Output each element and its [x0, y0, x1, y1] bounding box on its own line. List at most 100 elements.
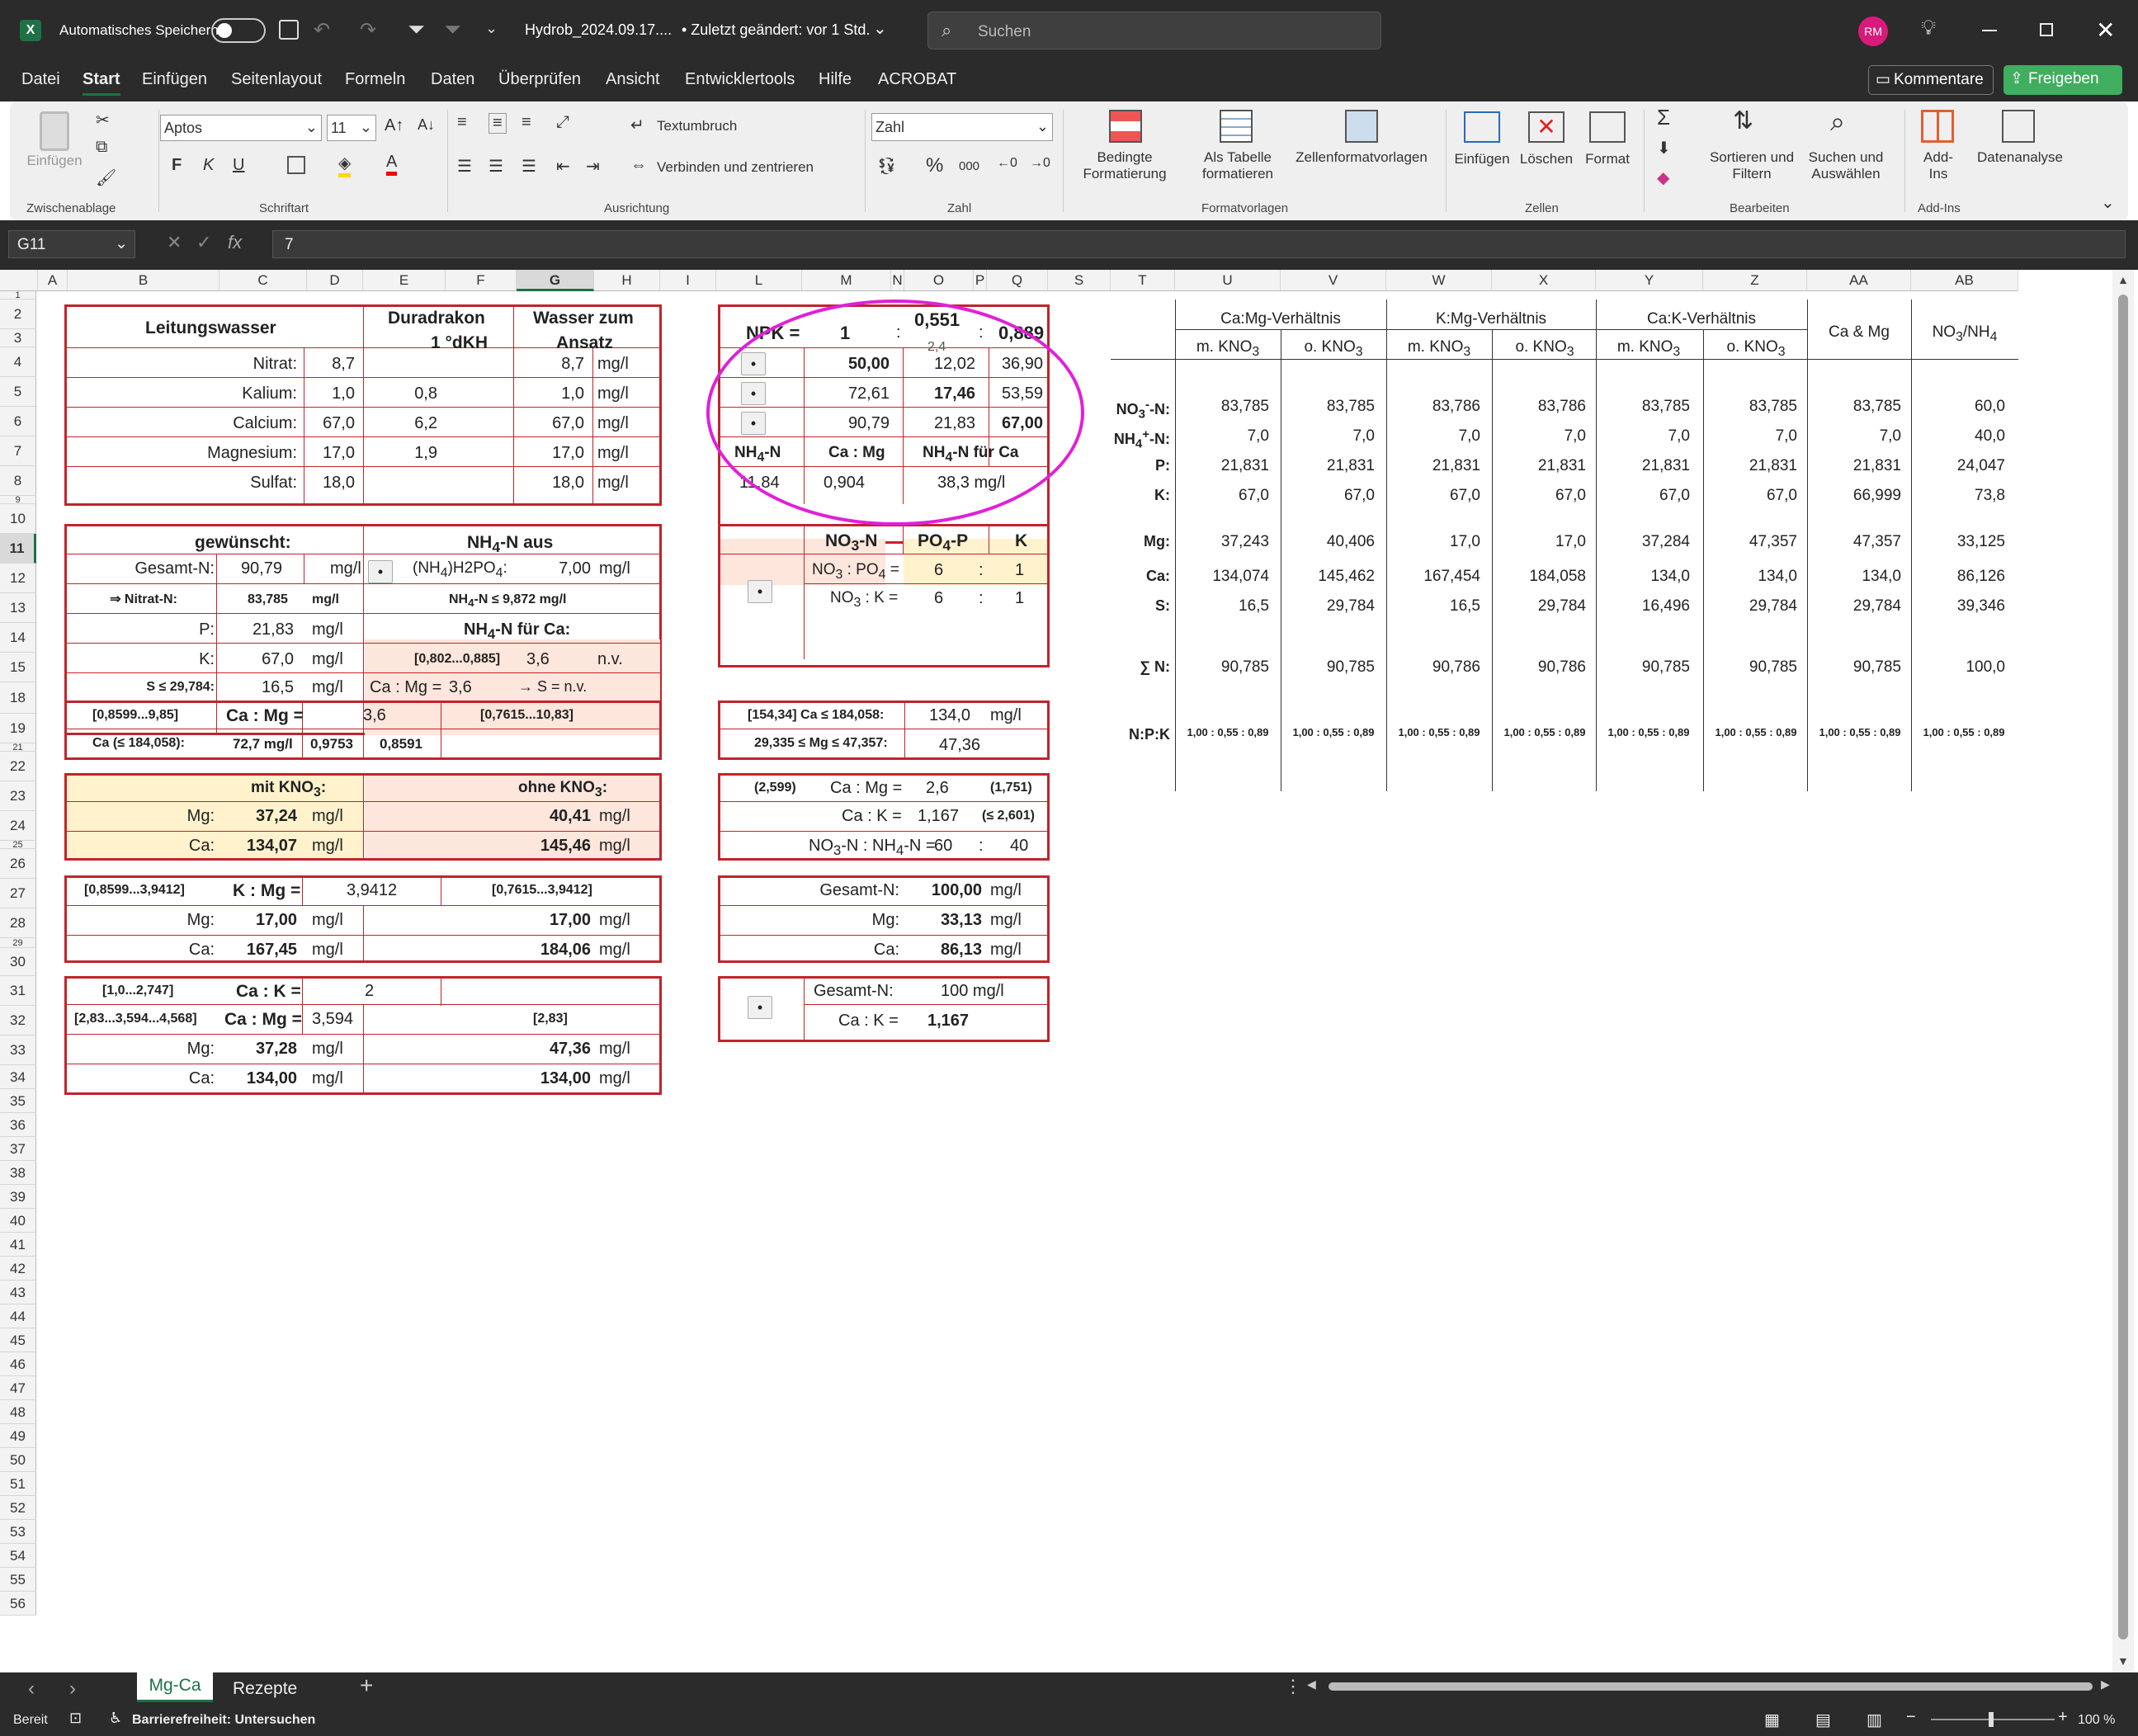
row-header[interactable]: 29 [0, 938, 36, 948]
align-right-icon[interactable]: ☰ [522, 156, 536, 177]
cell-value[interactable]: : [979, 590, 984, 606]
ratio-value[interactable]: 1,00 : 0,55 : 0,89 [1492, 727, 1598, 738]
header-cak[interactable]: Ca:K-Verhältnis [1596, 311, 1807, 327]
filter-icon[interactable]: ⏷ [408, 17, 425, 43]
bold-button[interactable]: F [172, 156, 182, 175]
align-middle-icon[interactable]: ≡ [488, 113, 507, 134]
cell-value[interactable]: 6 [934, 590, 943, 606]
cell-value[interactable]: K [1015, 532, 1027, 550]
ion-label[interactable]: Calcium: [124, 415, 297, 432]
row-header[interactable]: 44 [0, 1304, 36, 1328]
cell-value[interactable]: 184,06 [462, 941, 591, 958]
cell-value[interactable]: Ca : Mg = [830, 780, 902, 796]
cell-value[interactable]: 66,999 [1807, 488, 1901, 503]
scroll-right-icon[interactable]: ▶ [2101, 1677, 2110, 1691]
cell-value[interactable]: 0,8591 [380, 737, 422, 751]
cell-value[interactable]: 60,0 [1911, 399, 2005, 414]
format-cells-button[interactable]: Format [1574, 151, 1640, 167]
cell-value[interactable]: 17,0 [1492, 534, 1586, 550]
cell-value[interactable]: 73,8 [1911, 488, 2005, 503]
subheader[interactable]: m. KNO3 [1175, 339, 1281, 359]
cell-value[interactable]: 47,36 [939, 737, 980, 753]
cell-value[interactable]: 90,79 [219, 560, 282, 577]
align-top-icon[interactable]: ≡ [457, 113, 467, 132]
cell-value[interactable]: 134,074 [1175, 568, 1269, 584]
cell-value[interactable]: 134,0 [1703, 568, 1797, 584]
cell-value[interactable]: mg/l [990, 707, 1022, 724]
cell-value[interactable]: Ca : Mg = [370, 679, 441, 696]
row-label[interactable]: NH4+-N: [1111, 428, 1170, 451]
cell-value[interactable]: 134,00 [223, 1070, 297, 1087]
cell-value[interactable]: 3,6 [363, 707, 386, 724]
close-icon[interactable]: ✕ [2096, 17, 2115, 44]
cell-value[interactable]: (1,751) [990, 781, 1032, 795]
cell-value[interactable]: 60 [934, 837, 952, 854]
cell-value[interactable]: 83,785 [1175, 399, 1269, 414]
row-header[interactable]: 25 [0, 841, 36, 850]
cell-value[interactable]: 67,0 [1281, 488, 1375, 503]
subheader[interactable]: m. KNO3 [1596, 339, 1701, 359]
fill-icon[interactable]: ⬇ [1657, 138, 1671, 158]
tab-seitenlayout[interactable]: Seitenlayout [231, 70, 322, 89]
cell-value[interactable]: 2 [365, 983, 374, 999]
row-header[interactable]: 12 [0, 564, 36, 593]
cell-value[interactable]: 134,0 [1596, 568, 1690, 584]
cell-value[interactable]: 21,831 [1386, 458, 1480, 474]
cell-value[interactable]: Mg: [165, 1040, 215, 1057]
label-gewuenscht[interactable]: gewünscht: [195, 534, 291, 551]
cell-value[interactable]: 29,784 [1281, 598, 1375, 614]
cell-value[interactable]: 29,784 [1703, 598, 1797, 614]
row-header[interactable]: 9 [0, 496, 36, 505]
cell-value[interactable]: Mg: [165, 912, 215, 928]
ion-label[interactable]: Nitrat: [124, 356, 297, 372]
cell-value[interactable]: mg/l [599, 808, 630, 824]
normal-view-icon[interactable]: ▦ [1764, 1710, 1780, 1730]
orientation-icon[interactable]: ⤢ [556, 113, 569, 132]
row-header[interactable]: 14 [0, 623, 36, 653]
format-cells-icon[interactable] [1589, 111, 1626, 143]
cell-value[interactable]: 21,831 [1807, 458, 1901, 474]
cell-value[interactable]: ⇒ Nitrat-N: [71, 593, 216, 606]
column-header[interactable]: E [363, 270, 446, 291]
row-header[interactable]: 48 [0, 1400, 36, 1424]
cell-value[interactable]: [154,34] Ca ≤ 184,058: [748, 709, 884, 722]
ratio-value[interactable]: 1,00 : 0,55 : 0,89 [1911, 727, 2017, 738]
cell-value[interactable]: mg/l [599, 1070, 630, 1087]
cell-value[interactable]: Ca: [800, 941, 899, 958]
cell-value[interactable]: NO3 : PO4 = [812, 562, 899, 582]
column-header[interactable]: B [68, 270, 219, 291]
cell-value[interactable]: 1,167 [927, 1012, 969, 1029]
cell-value[interactable]: 37,24 [223, 808, 297, 824]
cell-value[interactable]: 2,6 [926, 780, 949, 796]
header-duradrakon[interactable]: Duradrakon [388, 309, 485, 327]
column-header[interactable]: Q [987, 270, 1048, 291]
clear-filter-icon[interactable]: ⏷ [444, 17, 461, 43]
ratio-value[interactable]: 1,00 : 0,55 : 0,89 [1807, 727, 1913, 738]
row-header[interactable]: 11 [0, 534, 36, 564]
ion-label[interactable]: Magnesium: [124, 445, 297, 461]
cell-value[interactable]: 7,00 [517, 560, 591, 577]
cell-value[interactable]: mg/l [312, 679, 343, 696]
row-header[interactable]: 23 [0, 781, 36, 811]
autosave-toggle[interactable] [211, 18, 266, 43]
page-layout-view-icon[interactable]: ▤ [1815, 1710, 1831, 1730]
horizontal-scrollbar[interactable]: ◀ ▶ [1307, 1677, 2114, 1696]
cell-value[interactable]: 37,243 [1175, 534, 1269, 550]
data-analysis-icon[interactable] [2002, 110, 2035, 143]
cell-value[interactable]: 16,5 [219, 679, 294, 696]
share-button[interactable]: ⇪ Freigeben [2003, 65, 2122, 95]
cell-value[interactable]: 67,0 [1596, 488, 1690, 503]
cell-value[interactable]: 40 [1010, 837, 1028, 854]
cell-value[interactable]: → S = n.v. [518, 679, 587, 694]
cell-value[interactable]: (NH4)H2PO4: [413, 560, 507, 580]
redo-icon[interactable]: ↷ [360, 18, 376, 42]
cell-value[interactable]: mg/l [990, 882, 1022, 899]
column-header[interactable]: H [594, 270, 660, 291]
cell-value[interactable]: 83,786 [1492, 399, 1586, 414]
cell-value[interactable]: 6 [934, 562, 943, 578]
row-header[interactable]: 51 [0, 1472, 36, 1496]
horizontal-scroll-thumb[interactable] [1329, 1682, 2093, 1691]
maximize-icon[interactable] [2040, 23, 2053, 36]
row-header[interactable]: 46 [0, 1352, 36, 1376]
row-header[interactable]: 8 [0, 466, 36, 496]
